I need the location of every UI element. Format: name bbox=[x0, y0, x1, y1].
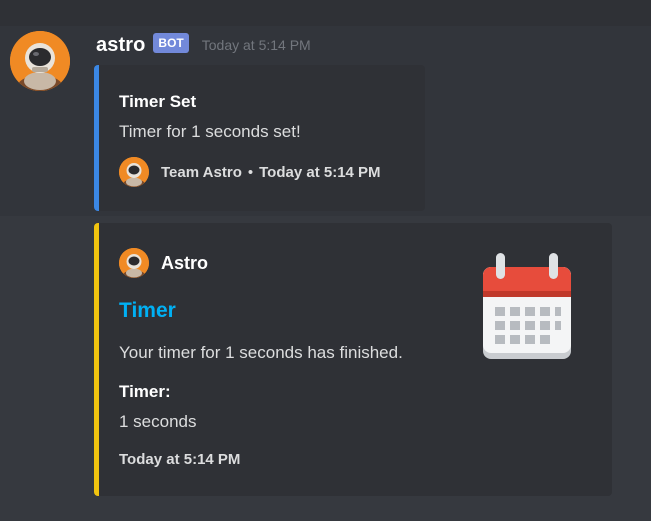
embed-accent-bar bbox=[94, 223, 99, 496]
astronaut-avatar-icon bbox=[119, 157, 149, 187]
embed-title: Timer Set bbox=[119, 92, 197, 111]
astronaut-avatar-icon bbox=[119, 248, 149, 278]
embed-field-value: 1 seconds bbox=[119, 412, 197, 431]
embed-field-name: Timer: bbox=[119, 382, 171, 401]
embed-title-link[interactable]: Timer bbox=[119, 299, 176, 323]
author-avatar[interactable] bbox=[10, 31, 70, 91]
bot-badge: BOT bbox=[153, 33, 189, 53]
embed-footer: Team Astro • Today at 5:14 PM bbox=[119, 157, 381, 187]
message-timestamp[interactable]: Today at 5:14 PM bbox=[202, 37, 311, 53]
embed-timer-set: Timer Set Timer for 1 seconds set! Team … bbox=[94, 65, 425, 211]
footer-separator: • bbox=[247, 163, 254, 181]
footer-avatar bbox=[119, 157, 149, 187]
channel-top-strip bbox=[0, 0, 651, 26]
embed-accent-bar bbox=[94, 65, 99, 211]
embed-description: Timer for 1 seconds set! bbox=[119, 122, 301, 141]
embed-description: Your timer for 1 seconds has finished. bbox=[119, 343, 403, 362]
footer-text: Team Astro bbox=[161, 163, 242, 181]
embed-timer-finished: Astro Timer Your timer for 1 seconds has… bbox=[94, 223, 612, 496]
astronaut-avatar-icon bbox=[10, 31, 70, 91]
embed-footer-timestamp: Today at 5:14 PM bbox=[119, 451, 241, 468]
author-username[interactable]: astro bbox=[96, 34, 145, 57]
embed-author-avatar bbox=[119, 248, 149, 278]
message-header: astro BOT Today at 5:14 PM bbox=[96, 31, 311, 59]
footer-timestamp: Today at 5:14 PM bbox=[259, 163, 381, 181]
embed-author-name: Astro bbox=[161, 252, 209, 273]
embed-author: Astro bbox=[119, 248, 208, 278]
calendar-icon[interactable] bbox=[479, 251, 575, 359]
